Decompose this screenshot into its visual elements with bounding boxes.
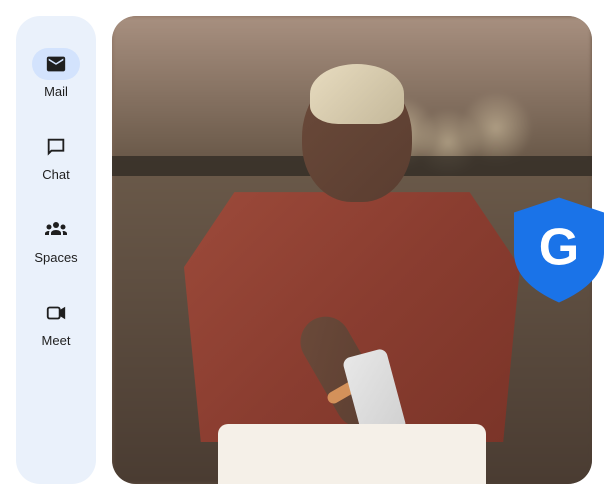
sidebar-item-label: Mail [44,84,68,99]
chat-icon-wrapper [32,131,80,163]
sidebar-item-meet[interactable]: Meet [16,297,96,348]
sidebar-nav: Mail Chat Spaces [16,16,96,484]
meet-icon [45,302,67,324]
person-hair [310,64,404,124]
sidebar-item-spaces[interactable]: Spaces [16,214,96,265]
meet-icon-wrapper [32,297,80,329]
mail-icon-wrapper [32,48,80,80]
app-container: Mail Chat Spaces [0,0,608,500]
security-shield-badge: G [514,198,604,303]
shield-letter: G [539,217,579,277]
sidebar-item-mail[interactable]: Mail [16,48,96,99]
person-head [302,72,412,202]
sidebar-item-label: Spaces [34,250,77,265]
sidebar-item-chat[interactable]: Chat [16,131,96,182]
chat-icon [45,136,67,158]
person-pants [218,424,487,484]
spaces-icon-wrapper [32,214,80,246]
sidebar-item-label: Meet [42,333,71,348]
mail-icon [45,53,67,75]
sidebar-item-label: Chat [42,167,69,182]
shield-icon: G [514,198,604,303]
person-illustration [184,72,520,484]
spaces-icon [44,219,68,241]
